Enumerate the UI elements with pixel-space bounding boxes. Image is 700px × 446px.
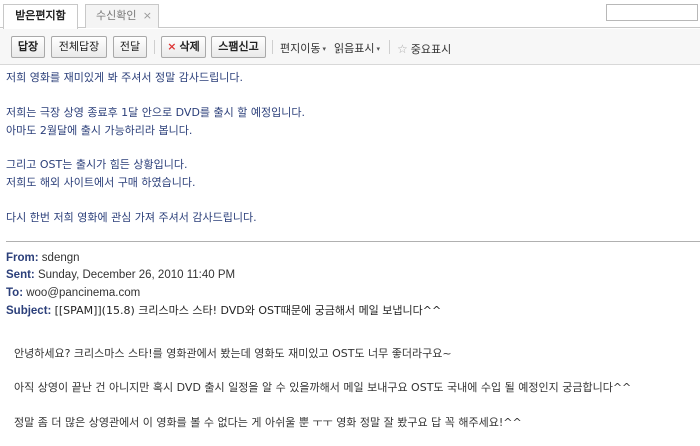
reply-button[interactable]: 답장 (11, 36, 45, 58)
delete-icon: × (167, 40, 177, 53)
close-icon[interactable]: × (143, 5, 152, 27)
move-mail-label: 편지이동 (280, 42, 321, 55)
chevron-down-icon: ▾ (322, 45, 326, 53)
tab-receipt-label: 수신확인 (96, 9, 137, 22)
sent-value: Sunday, December 26, 2010 11:40 PM (37, 269, 236, 281)
message-line: 다시 한번 저희 영화에 관심 가져 주셔서 감사드립니다. (6, 211, 257, 224)
original-message-line: 안녕하세요? 크리스마스 스타!를 영화관에서 봤는데 영화도 재미있고 OST… (14, 347, 452, 360)
original-to: To: woo@pancinema.com (6, 286, 140, 300)
mark-important-label: 중요표시 (410, 43, 452, 56)
tab-receipt-check[interactable]: 수신확인 × (85, 4, 159, 28)
toolbar-divider (154, 40, 155, 54)
message-line: 저희도 해외 사이트에서 구매 하였습니다. (6, 176, 196, 189)
chevron-down-icon: ▾ (376, 45, 380, 53)
subject-value: [[SPAM]](15.8) 크리스마스 스타! DVD와 OST때문에 궁금해… (54, 304, 442, 317)
to-label: To: (6, 287, 24, 299)
forward-button[interactable]: 전달 (113, 36, 147, 58)
tab-inbox-label: 받은편지함 (15, 9, 66, 22)
original-from: From: sdengn (6, 251, 80, 265)
subject-label: Subject: (6, 305, 52, 317)
tab-bar: 받은편지함 수신확인 × (0, 0, 700, 29)
search-input[interactable] (606, 4, 698, 21)
quote-divider (6, 241, 700, 242)
tab-inbox[interactable]: 받은편지함 (3, 4, 78, 29)
mark-read-dropdown[interactable]: 읽음표시 ▾ (334, 43, 380, 55)
message-line: 그리고 OST는 출시가 힘든 상황입니다. (6, 158, 188, 171)
mark-read-label: 읽음표시 (334, 42, 375, 55)
message-line: 저희 영화를 재미있게 봐 주셔서 정말 감사드립니다. (6, 71, 243, 84)
toolbar-divider (272, 40, 273, 54)
message-line: 저희는 극장 상영 종료후 1달 안으로 DVD를 출시 할 예정입니다. (6, 106, 305, 119)
reply-all-button[interactable]: 전체답장 (51, 36, 107, 58)
from-label: From: (6, 252, 39, 264)
message-line: 아마도 2월달에 출시 가능하리라 봅니다. (6, 124, 193, 137)
move-mail-dropdown[interactable]: 편지이동 ▾ (280, 43, 326, 55)
original-message-line: 아직 상영이 끝난 건 아니지만 혹시 DVD 출시 일정을 알 수 있을까해서… (14, 381, 632, 394)
delete-label: 삭제 (179, 40, 200, 53)
sent-label: Sent: (6, 269, 35, 281)
toolbar-divider (389, 40, 390, 54)
from-value: sdengn (41, 252, 80, 264)
to-value: woo@pancinema.com (26, 287, 141, 299)
report-spam-button[interactable]: 스팸신고 (211, 36, 266, 58)
original-subject: Subject: [[SPAM]](15.8) 크리스마스 스타! DVD와 O… (6, 304, 441, 318)
delete-button[interactable]: × 삭제 (161, 36, 206, 58)
mark-important-button[interactable]: ☆ 중요표시 (397, 43, 451, 56)
toolbar: 답장 전체답장 전달 × 삭제 스팸신고 편지이동 ▾ 읽음표시 ▾ ☆ 중요표시 (0, 29, 700, 65)
original-message-line: 정말 좀 더 많은 상영관에서 이 영화를 볼 수 없다는 게 아쉬울 뿐 ㅜㅜ… (14, 416, 522, 429)
original-sent: Sent: Sunday, December 26, 2010 11:40 PM (6, 268, 235, 282)
star-icon: ☆ (397, 42, 408, 56)
